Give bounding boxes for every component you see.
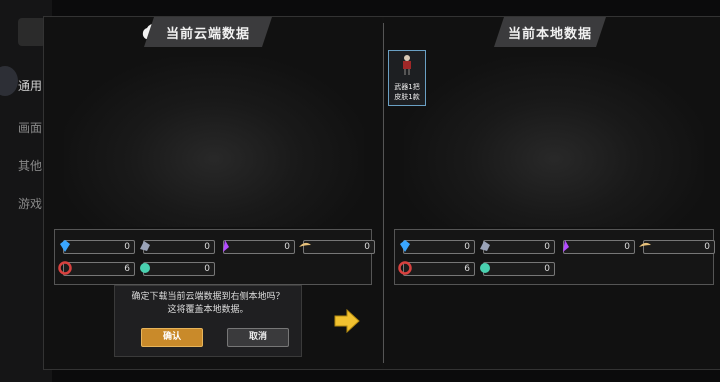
local-data-pane [384,17,720,369]
sync-dialog: 当前云端数据 当前本地数据 武器1把 皮肤1款 0 0 0 0 6 0 0 0 … [43,16,720,370]
resource-value: 0 [464,242,470,252]
resource-value: 0 [124,242,130,252]
settings-category-icon [0,66,18,96]
resource-value: 0 [544,264,550,274]
item-weapon-count: 武器1把 [394,83,420,91]
resource-value: 0 [204,264,210,274]
background-art [64,57,364,227]
resource-crystal: 0 [563,240,635,254]
confirm-warning: 这将覆盖本地数据。 [167,305,249,315]
crystal-purple-icon [563,240,569,252]
resource-value: 0 [284,242,290,252]
local-item-slot[interactable]: 武器1把 皮肤1款 [388,50,426,106]
cloud-resource-panel: 0 0 0 0 6 0 [54,229,375,285]
resource-value: 6 [464,264,470,274]
resource-orb: 0 [140,262,215,276]
ore-gray-icon [480,241,490,251]
sidebar-item-other[interactable]: 其他 [18,157,42,174]
crystal-purple-icon [223,240,229,252]
local-data-title: 当前本地数据 [494,17,606,47]
local-resource-panel: 0 0 0 0 6 0 [394,229,715,285]
red-token-icon [398,261,412,275]
feather-quill-icon [639,242,651,247]
background-art [404,57,704,227]
green-orb-icon [140,263,150,273]
resource-crystal: 0 [223,240,295,254]
confirm-button[interactable]: 确认 [141,328,203,347]
red-token-icon [58,261,72,275]
ore-gray-icon [140,241,150,251]
sidebar-item-display[interactable]: 画面 [18,119,42,136]
arrow-right-icon [334,309,360,333]
gem-blue-icon [400,240,410,252]
green-orb-icon [480,263,490,273]
resource-orb: 0 [480,262,555,276]
resource-gem: 0 [400,240,475,254]
gem-blue-icon [60,240,70,252]
sidebar-item-game[interactable]: 游戏 [18,195,42,212]
resource-token: 6 [58,261,135,276]
resource-value: 0 [624,242,630,252]
resource-value: 0 [704,242,710,252]
confirm-prompt: 确定下载当前云端数据到右侧本地吗？ 这将覆盖本地数据。 确认 取消 [114,285,302,357]
resource-feather: 0 [639,240,715,254]
feather-quill-icon [299,242,311,247]
confirm-message: 确定下载当前云端数据到右侧本地吗？ [131,292,285,302]
character-figure-icon [403,55,411,75]
sidebar-item-general[interactable]: 通用 [18,77,42,94]
resource-value: 0 [204,242,210,252]
item-skin-count: 皮肤1款 [394,93,420,101]
back-button[interactable] [18,18,46,46]
resource-feather: 0 [299,240,375,254]
cancel-button[interactable]: 取消 [227,328,289,347]
resource-ore: 0 [140,240,215,254]
resource-value: 0 [544,242,550,252]
cloud-data-title: 当前云端数据 [144,17,272,47]
resource-gem: 0 [60,240,135,254]
resource-value: 6 [124,264,130,274]
resource-value: 0 [364,242,370,252]
resource-token: 6 [398,261,475,276]
pane-divider [383,23,384,363]
resource-ore: 0 [480,240,555,254]
